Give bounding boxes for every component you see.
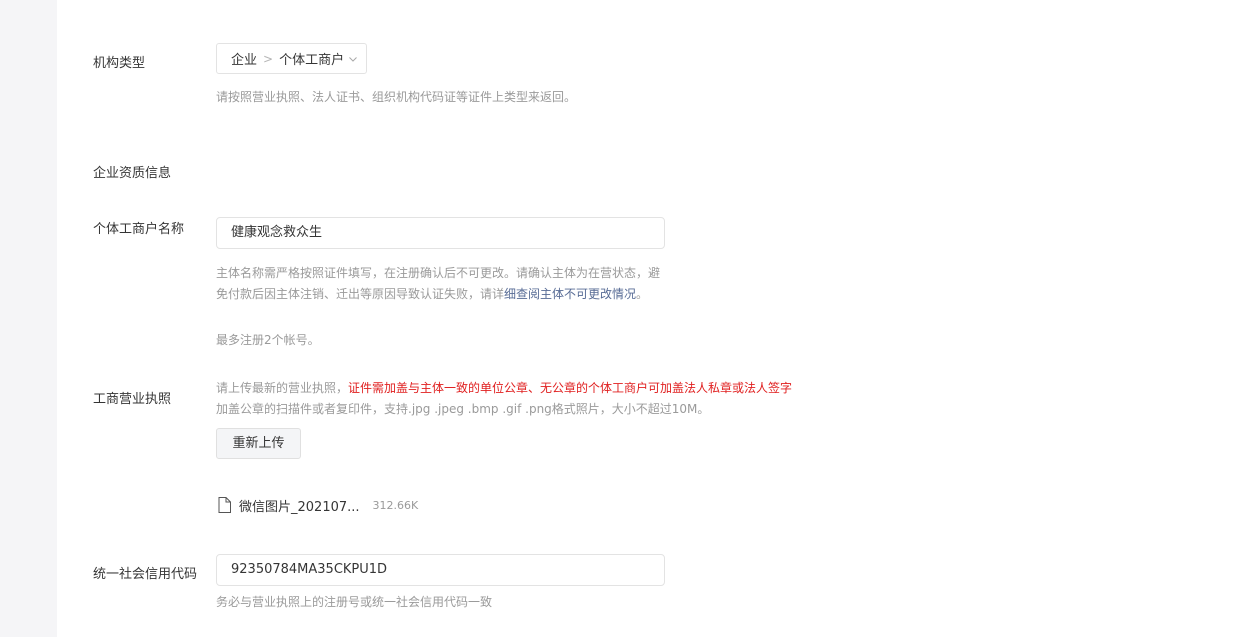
org-type-hint: 请按照营业执照、法人证书、组织机构代码证等证件上类型来返回。	[216, 90, 577, 104]
notice-end: 。	[636, 287, 649, 301]
org-type-primary: 企业	[231, 53, 258, 68]
license-instruction: 请上传最新的营业执照，证件需加盖与主体一致的单位公章、无公章的个体工商户可加盖法…	[216, 378, 792, 399]
credit-code-input[interactable]: 92350784MA35CKPU1D	[216, 554, 665, 586]
uploaded-file[interactable]: 微信图片_202107... 312.66K	[218, 495, 418, 515]
credit-code-label: 统一社会信用代码	[93, 567, 198, 582]
org-type-label: 机构类型	[93, 56, 146, 71]
license-warning: 证件需加盖与主体一致的单位公章、无公章的个体工商户可加盖法人私章或法人签字	[348, 381, 793, 395]
license-format-hint: 加盖公章的扫描件或者复印件，支持.jpg .jpeg .bmp .gif .pn…	[216, 402, 710, 416]
chevron-down-icon	[348, 53, 358, 68]
license-label: 工商营业执照	[93, 392, 172, 407]
chevron-right-icon: >	[263, 51, 274, 66]
reupload-button[interactable]: 重新上传	[216, 428, 301, 459]
business-name-input[interactable]: 健康观念救众生	[216, 217, 665, 249]
section-title: 企业资质信息	[93, 166, 172, 181]
business-name-notice: 主体名称需严格按照证件填写，在注册确认后不可更改。请确认主体为在营状态，避免付款…	[216, 263, 661, 305]
org-type-secondary: 个体工商户	[279, 53, 345, 68]
org-type-select[interactable]: 企业 > 个体工商户	[216, 43, 367, 74]
file-name: 微信图片_202107...	[239, 499, 360, 515]
document-icon	[218, 497, 231, 513]
notice-link[interactable]: 细查阅主体不可更改情况	[504, 287, 636, 301]
account-limit: 最多注册2个帐号。	[216, 333, 320, 347]
license-instruction-prefix: 请上传最新的营业执照，	[216, 381, 349, 395]
credit-code-hint: 务必与营业执照上的注册号或统一社会信用代码一致	[216, 595, 493, 609]
business-name-label: 个体工商户名称	[93, 222, 185, 237]
file-size: 312.66K	[372, 498, 419, 512]
